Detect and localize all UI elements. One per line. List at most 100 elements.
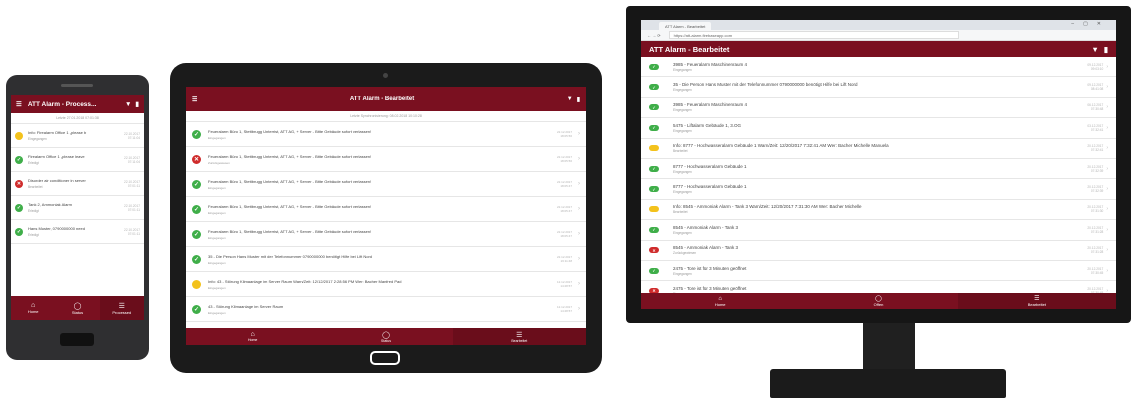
alarm-row[interactable]: Info: 43 - Störung Klimaanlage im Server… <box>186 272 586 297</box>
alarm-timestamp: 22.12.2017 18:05:56 <box>556 130 572 138</box>
browser-tab-strip: ATT Alarm - Bearbeitet –▢✕ <box>641 20 1116 30</box>
window-controls-icon[interactable]: –▢✕ <box>1071 21 1110 27</box>
chevron-right-icon: › <box>1106 104 1108 111</box>
alarm-message: 3985 - Feueralarm Maschinenraum 4 <box>673 102 748 108</box>
filter-icon[interactable]: ▼ <box>1091 45 1098 54</box>
chevron-right-icon: › <box>1106 165 1108 172</box>
trash-icon[interactable]: ▮ <box>1104 45 1108 54</box>
nav-tab-status[interactable]: ◯ Status <box>319 328 452 345</box>
alarm-row[interactable]: ✓ 35 - Die Person Hans Muster mit der Tel… <box>186 247 586 272</box>
alarm-row[interactable]: Info: Firealarm Office 1 „please b Eingeg… <box>11 124 144 148</box>
phone-screen: ☰ ATT Alarm - Process... ▼ ▮ Letzte 27.0… <box>11 95 144 320</box>
alarm-row[interactable]: ✓ Feueralarm Büro 1, Stettbrugg Unterrist… <box>186 197 586 222</box>
alarm-row[interactable]: ✓ 3985 - Feueralarm Maschinenraum 4 Eingeg… <box>641 57 1116 78</box>
alarm-timestamp: 20.12.2017 07:30:45 <box>1087 266 1104 275</box>
nav-tab-label: Processed <box>112 309 132 315</box>
nav-tab-label: Home <box>247 338 258 342</box>
alarm-row[interactable]: ✕ Feueralarm Büro 1, Stettbrugg Unterrist… <box>186 147 586 172</box>
status-green-icon: ✓ <box>649 104 659 111</box>
nav-tab-label: Status <box>71 309 84 315</box>
alarm-text-block: 35 - Die Person Hans Muster mit der Tele… <box>673 82 1077 92</box>
alarm-state: Erledigt <box>28 161 39 165</box>
alarm-row[interactable]: ✓ Feueralarm Büro 1, Stettbrugg Unterrist… <box>186 172 586 197</box>
chevron-right-icon: › <box>578 181 580 187</box>
alarm-row[interactable]: ✓ Feueralarm Büro 1, Stettbrugg Unterrist… <box>186 122 586 147</box>
browser-address-bar: ← → ⟳ https://att-alarm.firebaseapp.com <box>641 30 1116 41</box>
alarm-timestamp: 22.10.2017 07:01:11 <box>124 179 140 188</box>
status-green-icon: ✓ <box>192 179 201 189</box>
tablet-bottom-nav: ⌂ Home ◯ Status ☰ Bearbeitet <box>186 328 586 345</box>
alarm-row[interactable]: ✓ 8777 - Hochwasseralarm Gebäude 1 Eingega… <box>641 179 1116 200</box>
nav-tab-offen[interactable]: ◯ Offen <box>799 293 957 309</box>
alarm-row[interactable]: ✓ Feueralarm Büro 1, Stettbrugg Unterrist… <box>186 222 586 247</box>
alarm-message: Hans Muster, 0790000000 need <box>28 226 85 231</box>
nav-tab-bearbeitet[interactable]: ☰ Bearbeitet <box>452 328 586 345</box>
nav-tab-status[interactable]: ◯ Status <box>55 296 99 320</box>
alarm-row[interactable]: Info: 8777 - Hochwasseralarm Gebäude 1 W… <box>641 139 1116 159</box>
menu-icon[interactable]: ☰ <box>16 100 22 108</box>
chevron-right-icon: › <box>578 281 580 287</box>
alarm-row[interactable]: ✓ Firealarm Office 1 „please leave Erledig… <box>11 148 144 172</box>
alarm-row[interactable]: ✓ 5475 - Liftalarm Gebäude 1, 3.OG Eingega… <box>641 118 1116 139</box>
processed-icon: ☰ <box>118 302 125 310</box>
alarm-message: 8545 - Ammoniak Alarm - Tank 3 <box>673 224 738 230</box>
alarm-timestamp: 12.12.2017 14:28:57 <box>556 305 572 313</box>
nav-tab-processed[interactable]: ☰ Processed <box>99 296 144 320</box>
url-field[interactable]: https://att-alarm.firebaseapp.com <box>668 31 959 39</box>
alarm-message: Feueralarm Büro 1, Stettbrugg Unterrist,… <box>208 203 372 209</box>
alarm-row[interactable]: ✓ 8777 - Hochwasseralarm Gebäude 1 Eingega… <box>641 159 1116 180</box>
alarm-text-block: Firealarm Office 1 „please leave Erledigt <box>28 154 120 165</box>
phone-home-button[interactable] <box>60 333 94 346</box>
status-green-icon: ✓ <box>15 155 23 164</box>
alarm-row[interactable]: ✓ 2475 - Tore ist für 3 Minuten geöffnet E… <box>641 261 1116 282</box>
alarm-row[interactable]: ✓ 43 - Störung Klimaanlage im Server Raum… <box>186 297 586 322</box>
filter-icon[interactable]: ▼ <box>567 96 573 102</box>
filter-icon[interactable]: ▼ <box>125 101 131 108</box>
alarm-message: Info: Firealarm Office 1 „please b <box>28 130 87 135</box>
alarm-state: Bearbeitet <box>673 149 688 154</box>
alarm-message: 8777 - Hochwasseralarm Gebäude 1 <box>673 184 747 190</box>
nav-tab-home[interactable]: ⌂ Home <box>186 328 319 345</box>
alarm-row[interactable]: ✓ Tank 2, Ammoniak Alarm Erledigt 22.10.201… <box>11 196 144 220</box>
alarm-state: Eingegangen <box>673 88 692 93</box>
alarm-message: 35 - Die Person Hans Muster mit der Tele… <box>673 82 858 88</box>
alarm-text-block: Info: Firealarm Office 1 „please b Eingeg… <box>28 130 120 141</box>
chevron-right-icon: › <box>578 131 580 137</box>
status-green-icon: ✓ <box>649 186 659 193</box>
browser-tab[interactable]: ATT Alarm - Bearbeitet <box>659 22 712 30</box>
phone-bottom-nav: ⌂ Home ◯ Status ☰ Processed <box>11 296 144 320</box>
trash-icon[interactable]: ▮ <box>577 96 580 103</box>
monitor-stand-base <box>770 369 1006 398</box>
alarm-row[interactable]: Info: 8545 - Ammoniak Alarm - Tank 3 War… <box>641 200 1116 221</box>
trash-icon[interactable]: ▮ <box>135 100 139 108</box>
alarm-message: Info: 8777 - Hochwasseralarm Gebäude 1 W… <box>673 143 889 149</box>
back-forward-icon[interactable]: ← → ⟳ <box>647 33 661 38</box>
alarm-row[interactable]: ✓ 35 - Die Person Hans Muster mit der Tel… <box>641 77 1116 98</box>
nav-tab-home[interactable]: ⌂ Home <box>641 293 799 309</box>
alarm-row[interactable]: ✓ 8545 - Ammoniak Alarm - Tank 3 Eingegang… <box>641 220 1116 241</box>
status-icon: ◯ <box>875 296 882 302</box>
alarm-text-block: 2475 - Tore ist für 3 Minuten geöffnetEi… <box>673 266 1077 276</box>
processed-icon: ☰ <box>516 331 523 339</box>
alarm-row[interactable]: ✓ Hans Muster, 0790000000 need Erledigt 22.… <box>11 220 144 244</box>
alarm-timestamp: 06.12.2017 07:30:48 <box>1087 103 1104 112</box>
alarm-row[interactable]: ✕ 8545 - Ammoniak Alarm - Tank 3 Zurückgew… <box>641 241 1116 261</box>
status-red-icon: ✕ <box>192 154 201 164</box>
tablet-home-button[interactable] <box>370 351 400 365</box>
alarm-text-block: Info: 8777 - Hochwasseralarm Gebäude 1 W… <box>673 143 1077 153</box>
alarm-state: Eingegangen <box>673 67 692 72</box>
alarm-text-block: 8545 - Ammoniak Alarm - Tank 3 Eingegange… <box>673 225 1077 235</box>
alarm-message: Tank 2, Ammoniak Alarm <box>28 202 73 207</box>
monitor-device: ATT Alarm - Bearbeitet –▢✕ ← → ⟳ https:/… <box>626 6 1131 398</box>
alarm-message: Feueralarm Büro 1, Stettbrugg Unterrist,… <box>208 128 372 134</box>
chevron-right-icon: › <box>1106 267 1108 274</box>
alarm-state: Zurückgewiesen <box>673 251 697 256</box>
alarm-row[interactable]: ✕ Disorder air conditioner in server Bearb… <box>11 172 144 196</box>
nav-tab-bearbeitet[interactable]: ☰ Bearbeitet <box>957 293 1116 309</box>
alarm-state: Erledigt <box>28 209 39 213</box>
chevron-right-icon: › <box>1106 206 1108 213</box>
alarm-state: Eingegangen <box>208 260 226 265</box>
alarm-timestamp: 22.12.2017 18:05:47 <box>556 205 572 213</box>
nav-tab-home[interactable]: ⌂ Home <box>11 296 55 320</box>
alarm-row[interactable]: ✓ 3985 - Feueralarm Maschinenraum 4 Eingeg… <box>641 98 1116 119</box>
